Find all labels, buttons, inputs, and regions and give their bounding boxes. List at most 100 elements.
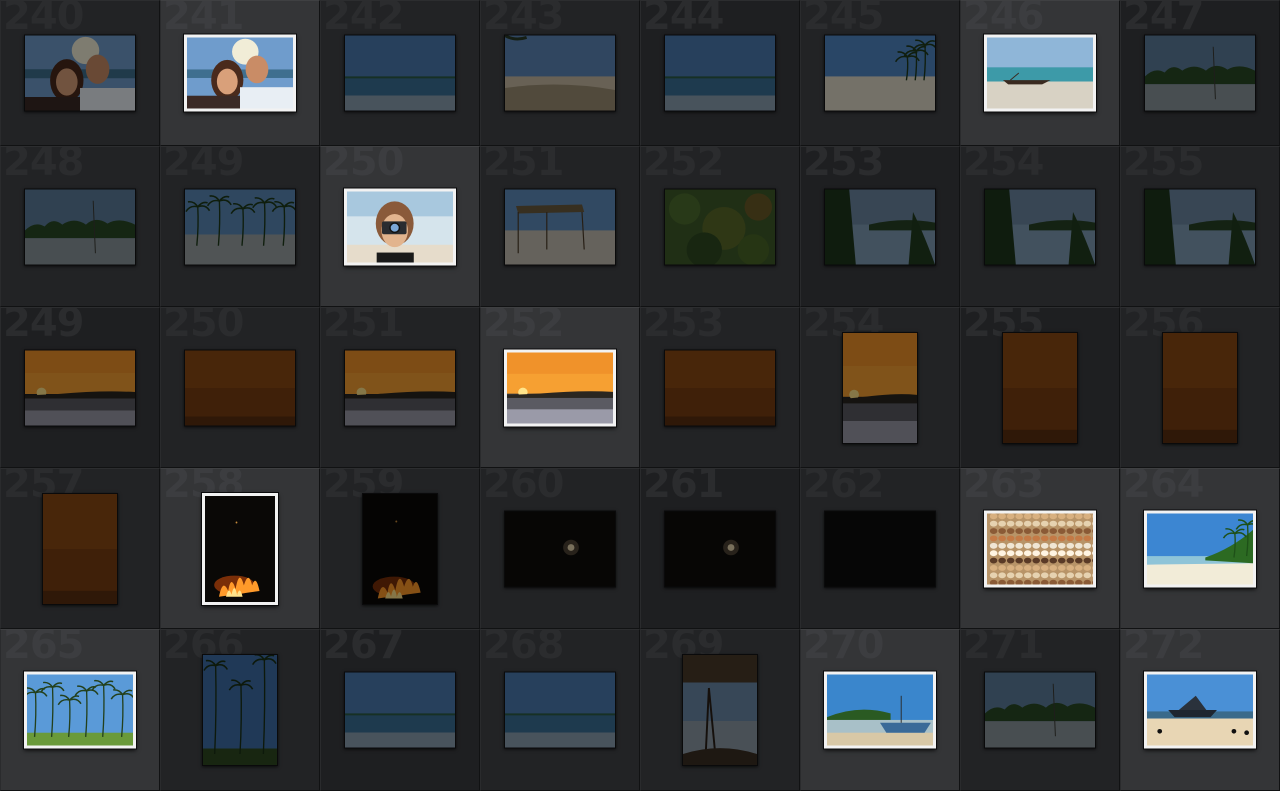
photo-thumbnail[interactable] xyxy=(824,510,936,587)
cell-index-number: 265 xyxy=(3,629,84,668)
photo-thumbnail[interactable] xyxy=(664,188,776,265)
cell-index-number: 260 xyxy=(483,468,564,507)
photo-thumbnail[interactable] xyxy=(682,654,758,766)
photo-thumbnail[interactable] xyxy=(1144,188,1256,265)
filmstrip-cell[interactable]: 268 xyxy=(480,629,640,791)
filmstrip-cell[interactable]: 249 xyxy=(0,307,160,468)
filmstrip-cell[interactable]: 245 xyxy=(800,0,960,146)
filmstrip-cell[interactable]: 254 xyxy=(800,307,960,468)
filmstrip-cell[interactable]: 244 xyxy=(640,0,800,146)
photo-thumbnail[interactable] xyxy=(202,654,278,766)
photo-thumbnail[interactable] xyxy=(664,510,776,587)
filmstrip-grid: 240 241 242 243 244 245 246 247 248 249 250 251 252 2… xyxy=(0,0,1280,791)
photo-thumbnail[interactable] xyxy=(24,671,136,749)
photo-thumbnail[interactable] xyxy=(504,349,616,426)
filmstrip-cell[interactable]: 271 xyxy=(960,629,1120,791)
cell-index-number: 250 xyxy=(323,146,404,185)
filmstrip-cell[interactable]: 246 xyxy=(960,0,1120,146)
photo-thumbnail[interactable] xyxy=(344,188,456,265)
filmstrip-cell[interactable]: 259 xyxy=(320,468,480,629)
cell-index-number: 272 xyxy=(1123,629,1204,668)
filmstrip-cell[interactable]: 257 xyxy=(0,468,160,629)
photo-thumbnail[interactable] xyxy=(24,34,136,112)
filmstrip-cell[interactable]: 251 xyxy=(320,307,480,468)
photo-thumbnail[interactable] xyxy=(504,34,616,112)
filmstrip-cell[interactable]: 258 xyxy=(160,468,320,629)
filmstrip-cell[interactable]: 242 xyxy=(320,0,480,146)
filmstrip-cell[interactable]: 248 xyxy=(0,146,160,307)
filmstrip-cell[interactable]: 256 xyxy=(1120,307,1280,468)
photo-thumbnail[interactable] xyxy=(504,671,616,749)
photo-thumbnail[interactable] xyxy=(664,349,776,426)
photo-thumbnail[interactable] xyxy=(984,34,1096,112)
filmstrip-cell[interactable]: 272 xyxy=(1120,629,1280,791)
filmstrip-cell[interactable]: 253 xyxy=(800,146,960,307)
filmstrip-cell[interactable]: 252 xyxy=(640,146,800,307)
photo-thumbnail[interactable] xyxy=(984,188,1096,265)
photo-thumbnail[interactable] xyxy=(24,188,136,265)
filmstrip-cell[interactable]: 241 xyxy=(160,0,320,146)
photo-thumbnail[interactable] xyxy=(824,671,936,749)
photo-thumbnail[interactable] xyxy=(344,671,456,749)
cell-index-number: 253 xyxy=(803,146,884,185)
filmstrip-cell[interactable]: 260 xyxy=(480,468,640,629)
cell-index-number: 261 xyxy=(643,468,724,507)
filmstrip-cell[interactable]: 255 xyxy=(1120,146,1280,307)
cell-index-number: 242 xyxy=(323,0,404,39)
filmstrip-cell[interactable]: 243 xyxy=(480,0,640,146)
cell-index-number: 248 xyxy=(3,146,84,185)
cell-index-number: 244 xyxy=(643,0,724,39)
filmstrip-cell[interactable]: 264 xyxy=(1120,468,1280,629)
photo-thumbnail[interactable] xyxy=(504,510,616,587)
cell-index-number: 249 xyxy=(163,146,244,185)
cell-index-number: 247 xyxy=(1123,0,1204,39)
photo-thumbnail[interactable] xyxy=(1002,331,1078,444)
cell-index-number: 246 xyxy=(963,0,1044,39)
photo-thumbnail[interactable] xyxy=(984,671,1096,749)
filmstrip-cell[interactable]: 254 xyxy=(960,146,1120,307)
filmstrip-cell[interactable]: 247 xyxy=(1120,0,1280,146)
photo-thumbnail[interactable] xyxy=(664,34,776,112)
filmstrip-cell[interactable]: 253 xyxy=(640,307,800,468)
filmstrip-cell[interactable]: 263 xyxy=(960,468,1120,629)
photo-thumbnail[interactable] xyxy=(362,492,438,605)
cell-index-number: 243 xyxy=(483,0,564,39)
photo-thumbnail[interactable] xyxy=(824,34,936,112)
photo-thumbnail[interactable] xyxy=(1162,331,1238,444)
filmstrip-cell[interactable]: 265 xyxy=(0,629,160,791)
cell-index-number: 270 xyxy=(803,629,884,668)
photo-thumbnail[interactable] xyxy=(504,188,616,265)
photo-thumbnail[interactable] xyxy=(344,34,456,112)
photo-thumbnail[interactable] xyxy=(1144,510,1256,587)
photo-thumbnail[interactable] xyxy=(984,510,1096,587)
filmstrip-cell[interactable]: 266 xyxy=(160,629,320,791)
filmstrip-cell[interactable]: 240 xyxy=(0,0,160,146)
photo-thumbnail[interactable] xyxy=(184,34,296,112)
filmstrip-cell[interactable]: 250 xyxy=(320,146,480,307)
photo-thumbnail[interactable] xyxy=(824,188,936,265)
photo-thumbnail[interactable] xyxy=(842,331,918,444)
photo-thumbnail[interactable] xyxy=(42,492,118,605)
cell-index-number: 251 xyxy=(483,146,564,185)
filmstrip-cell[interactable]: 267 xyxy=(320,629,480,791)
photo-thumbnail[interactable] xyxy=(24,349,136,426)
cell-index-number: 267 xyxy=(323,629,404,668)
filmstrip-cell[interactable]: 255 xyxy=(960,307,1120,468)
cell-index-number: 253 xyxy=(643,307,724,346)
photo-thumbnail[interactable] xyxy=(1144,34,1256,112)
filmstrip-cell[interactable]: 252 xyxy=(480,307,640,468)
cell-index-number: 264 xyxy=(1123,468,1204,507)
photo-thumbnail[interactable] xyxy=(184,349,296,426)
filmstrip-cell[interactable]: 269 xyxy=(640,629,800,791)
filmstrip-cell[interactable]: 262 xyxy=(800,468,960,629)
filmstrip-cell[interactable]: 270 xyxy=(800,629,960,791)
photo-thumbnail[interactable] xyxy=(344,349,456,426)
cell-index-number: 245 xyxy=(803,0,884,39)
filmstrip-cell[interactable]: 251 xyxy=(480,146,640,307)
photo-thumbnail[interactable] xyxy=(184,188,296,265)
filmstrip-cell[interactable]: 249 xyxy=(160,146,320,307)
filmstrip-cell[interactable]: 261 xyxy=(640,468,800,629)
filmstrip-cell[interactable]: 250 xyxy=(160,307,320,468)
photo-thumbnail[interactable] xyxy=(1144,671,1256,749)
photo-thumbnail[interactable] xyxy=(202,492,278,605)
